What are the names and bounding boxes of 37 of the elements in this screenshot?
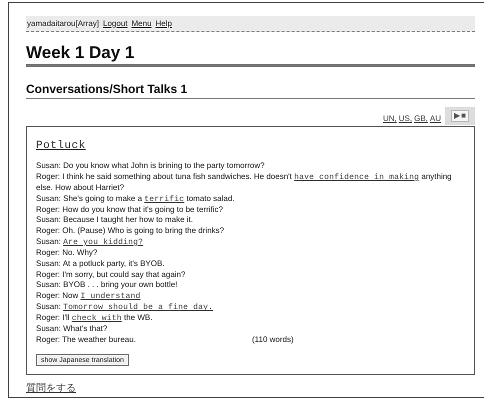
nav-link[interactable]: Menu [132,18,152,30]
dialogue-line: Susan: At a potluck party, it's BYOB. [36,258,166,270]
dialogue-line: Susan: Tomorrow should be a fine day. [36,302,214,314]
phrase-link[interactable]: check with [72,314,122,324]
dialogue-line: Susan: Are you kidding? [36,236,144,248]
word-count: (110 words) [252,334,294,346]
dialogue-line: Roger: I think he said something about tuna fish sandwiches. He doesn't have confidence in making anything else. How about Harriet? [36,172,453,194]
page-title: Week 1 Day 1 [26,43,475,67]
nav-link[interactable]: Help [156,18,172,30]
dialogue-line: Susan: Because I taught her how to make it. [36,215,194,226]
dialogue-line: Roger: No. Why? [36,248,98,259]
section-title: Conversations/Short Talks 1 [26,81,475,99]
dialogue-line: Susan: What's that? [36,324,108,335]
accent-link[interactable]: US, [398,113,412,125]
dialogue-line: Roger: Oh. (Pause) Who is going to bring the drinks? [36,226,226,237]
dialogue-line: Roger: Now I understand [36,291,142,302]
dialogue-line: Susan: Do you know what John is brining to the party tomorrow? [36,161,266,172]
dialogue-line: Roger: The weather bureau. [36,334,137,346]
phrase-link[interactable]: terrific [144,194,184,204]
accent-link[interactable]: AU [430,113,441,125]
accent-link[interactable]: UN, [382,113,397,125]
dialogue-line: Susan: She's going to make a terrific tomato salad. [36,194,236,205]
phrase-link[interactable]: have confidence in making [294,172,420,182]
play-button[interactable]: ▶ [454,112,460,120]
phrase-link[interactable]: Tomorrow should be a fine day. [63,303,214,312]
accent-link[interactable]: GB, [414,113,428,125]
passage-title[interactable]: Potluck [36,139,465,153]
phrase-link[interactable]: I understand [80,292,140,302]
user-name: yamadaitarou[Array] [27,18,100,30]
dialogue-line: Roger: I'm sorry, but could say that again? [36,270,186,280]
dialogue-line: Susan: BYOB . . . bring your own bottle! [36,280,178,292]
dialogue-line: Roger: How do you know that it's going to be terrific? [36,204,224,216]
question-link[interactable]: 質問をする [26,380,76,396]
phrase-link[interactable]: Are you kidding? [63,238,144,247]
nav-link[interactable]: Logout [103,18,128,30]
stop-button[interactable]: ■ [461,112,466,120]
dialogue-line: Roger: I'll check with the WB. [36,313,154,324]
